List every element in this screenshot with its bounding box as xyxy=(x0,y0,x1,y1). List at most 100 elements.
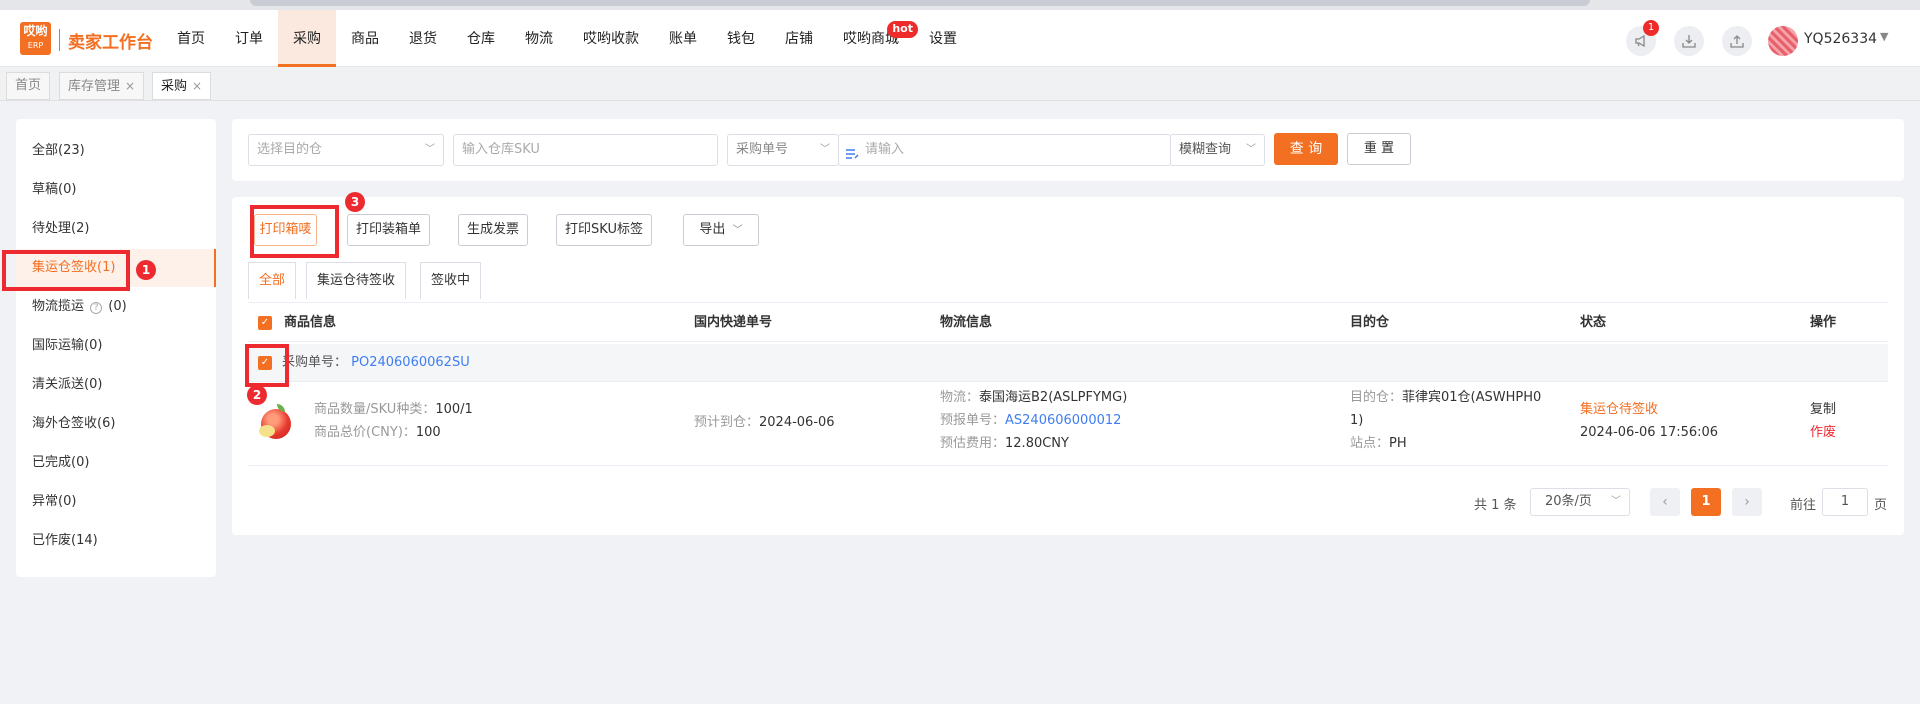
logo-divider xyxy=(59,29,60,51)
next-page-button[interactable]: › xyxy=(1732,488,1762,516)
download-icon[interactable] xyxy=(1674,26,1704,56)
logistics-cell: 物流：泰国海运B2(ASLPFYMG) xyxy=(940,388,1127,407)
select-all-checkbox[interactable]: ✓ xyxy=(258,316,272,330)
destination-cell: 目的仓：菲律宾01仓(ASWHPH0 xyxy=(1350,388,1541,407)
eta-label: 预计到仓： xyxy=(694,415,760,430)
top-header: 哎哟 ERP 卖家工作台 首页 订单 采购 商品 退货 仓库 物流 哎哟收款 账… xyxy=(0,10,1920,67)
goto-label: 前往 xyxy=(1790,498,1817,513)
page-size-select[interactable]: 20条/页 ﹀ xyxy=(1530,488,1630,516)
notice-count-badge: 1 xyxy=(1643,20,1659,36)
nav-item-settings[interactable]: 设置 xyxy=(914,10,972,67)
sidebar-item-international[interactable]: 国际运输(0) xyxy=(16,327,216,365)
sidebar-item-exception[interactable]: 异常(0) xyxy=(16,483,216,521)
nav-item-payments[interactable]: 哎哟收款 xyxy=(568,10,654,67)
prev-page-button[interactable]: ‹ xyxy=(1650,488,1680,516)
table-header: ✓ 商品信息 国内快递单号 物流信息 目的仓 状态 操作 xyxy=(248,302,1888,342)
nav-item-logistics[interactable]: 物流 xyxy=(510,10,568,67)
sidebar-item-completed[interactable]: 已完成(0) xyxy=(16,444,216,482)
eta-cell: 预计到仓：2024-06-06 xyxy=(694,413,835,432)
export-button[interactable]: 导出 ﹀ xyxy=(683,214,759,246)
tab-signing[interactable]: 签收中 xyxy=(420,262,482,299)
tab-hub-pending[interactable]: 集运仓待签收 xyxy=(306,262,407,299)
fee-value: 12.80CNY xyxy=(1005,436,1069,451)
eta-value: 2024-06-06 xyxy=(759,415,835,430)
upload-icon[interactable] xyxy=(1722,26,1752,56)
main-nav: 首页 订单 采购 商品 退货 仓库 物流 哎哟收款 账单 钱包 店铺 哎哟商城 … xyxy=(162,10,972,67)
page-tab-inventory[interactable]: 库存管理 × xyxy=(59,72,145,100)
page-tab-home-label: 首页 xyxy=(15,78,42,93)
chevron-down-icon: ﹀ xyxy=(732,225,743,236)
sidebar-item-pending[interactable]: 待处理(2) xyxy=(16,210,216,248)
keyword-input[interactable]: 请输入 xyxy=(838,134,1171,166)
warehouse-select[interactable]: 选择目的仓 ﹀ xyxy=(248,134,444,166)
chevron-down-icon: ﹀ xyxy=(1246,144,1256,155)
po-label: 采购单号： xyxy=(282,355,348,370)
total-label: 商品总价(CNY)： xyxy=(314,425,416,440)
site-label: 站点： xyxy=(1350,436,1390,451)
close-icon[interactable]: × xyxy=(125,79,135,93)
col-product-info: 商品信息 xyxy=(284,315,337,330)
site-value: PH xyxy=(1389,436,1407,451)
list-edit-icon[interactable] xyxy=(845,143,859,159)
nav-item-home[interactable]: 首页 xyxy=(162,10,220,67)
sidebar-item-logistics-pickup[interactable]: 物流揽运 ? (0) xyxy=(16,288,216,326)
current-page[interactable]: 1 xyxy=(1691,488,1721,516)
tab-all[interactable]: 全部 xyxy=(248,262,297,299)
nav-item-bills[interactable]: 账单 xyxy=(654,10,712,67)
logistics-label: 物流： xyxy=(940,390,980,405)
sku-input[interactable]: 输入仓库SKU xyxy=(453,134,718,166)
brand-title: 卖家工作台 xyxy=(68,33,153,53)
nav-item-mall[interactable]: 哎哟商城 hot xyxy=(828,10,918,67)
chevron-down-icon: ﹀ xyxy=(820,144,830,155)
match-mode-select[interactable]: 模糊查询 ﹀ xyxy=(1170,134,1265,166)
megaphone-icon[interactable]: 1 xyxy=(1626,20,1659,56)
chevron-down-icon[interactable]: ▼ xyxy=(1880,30,1888,43)
nav-item-store[interactable]: 店铺 xyxy=(770,10,828,67)
forecast-number-link[interactable]: AS240606000012 xyxy=(1005,413,1121,428)
status-time: 2024-06-06 17:56:06 xyxy=(1580,425,1719,440)
product-thumbnail[interactable] xyxy=(259,404,291,439)
goto-page-input[interactable]: 1 xyxy=(1822,488,1868,516)
sidebar-item-customs[interactable]: 清关派送(0) xyxy=(16,366,216,404)
sidebar-item-all[interactable]: 全部(23) xyxy=(16,132,216,170)
sidebar-item-draft[interactable]: 草稿(0) xyxy=(16,171,216,209)
avatar[interactable] xyxy=(1768,26,1798,56)
po-group-text: 采购单号： PO2406060062SU xyxy=(282,344,470,382)
chevron-down-icon: ﹀ xyxy=(1611,496,1621,507)
sku-input-placeholder: 输入仓库SKU xyxy=(462,142,540,157)
sidebar-item-voided[interactable]: 已作废(14) xyxy=(16,522,216,560)
match-mode-value: 模糊查询 xyxy=(1179,142,1232,157)
query-button[interactable]: 查 询 xyxy=(1274,133,1338,165)
total-cell: 商品总价(CNY)：100 xyxy=(314,423,441,442)
nav-item-purchase[interactable]: 采购 xyxy=(278,10,336,67)
status-sidebar: 全部(23) 草稿(0) 待处理(2) 集运仓签收(1) 物流揽运 ? (0) … xyxy=(16,119,216,577)
nav-item-returns[interactable]: 退货 xyxy=(394,10,452,67)
po-number-link[interactable]: PO2406060062SU xyxy=(351,355,470,370)
nav-item-wallet[interactable]: 钱包 xyxy=(712,10,770,67)
annotation-marker-1: 1 xyxy=(136,260,156,280)
page-tab-purchase[interactable]: 采购 × xyxy=(152,72,212,100)
reset-button[interactable]: 重 置 xyxy=(1347,133,1411,165)
nav-item-products[interactable]: 商品 xyxy=(336,10,394,67)
total-value: 100 xyxy=(415,425,441,440)
page-tabs-bar: 首页 库存管理 × 采购 × xyxy=(0,68,1920,101)
generate-invoice-button[interactable]: 生成发票 xyxy=(458,214,528,246)
help-icon[interactable]: ? xyxy=(90,302,103,314)
leaf-shape xyxy=(277,404,285,412)
close-icon[interactable]: × xyxy=(192,79,202,93)
forecast-label: 预报单号： xyxy=(940,413,1006,428)
app-logo[interactable]: 哎哟 ERP xyxy=(20,22,51,55)
print-sku-label-button[interactable]: 打印SKU标签 xyxy=(556,214,652,246)
username[interactable]: YQ526334 xyxy=(1804,31,1877,47)
page-tab-home[interactable]: 首页 xyxy=(6,72,51,100)
print-packing-list-button[interactable]: 打印装箱单 xyxy=(347,214,430,246)
nav-item-warehouse[interactable]: 仓库 xyxy=(452,10,510,67)
void-link[interactable]: 作废 xyxy=(1810,423,1836,442)
sidebar-item-overseas-signed[interactable]: 海外仓签收(6) xyxy=(16,405,216,443)
order-type-select[interactable]: 采购单号 ﹀ xyxy=(727,134,839,166)
copy-link[interactable]: 复制 xyxy=(1810,400,1836,419)
nav-item-orders[interactable]: 订单 xyxy=(220,10,278,67)
site-cell: 站点：PH xyxy=(1350,434,1407,453)
annotation-box-print xyxy=(250,205,339,258)
purchase-list-panel: 打印箱唛 打印装箱单 生成发票 打印SKU标签 导出 ﹀ 全部 集运仓待签收 签… xyxy=(232,197,1904,535)
